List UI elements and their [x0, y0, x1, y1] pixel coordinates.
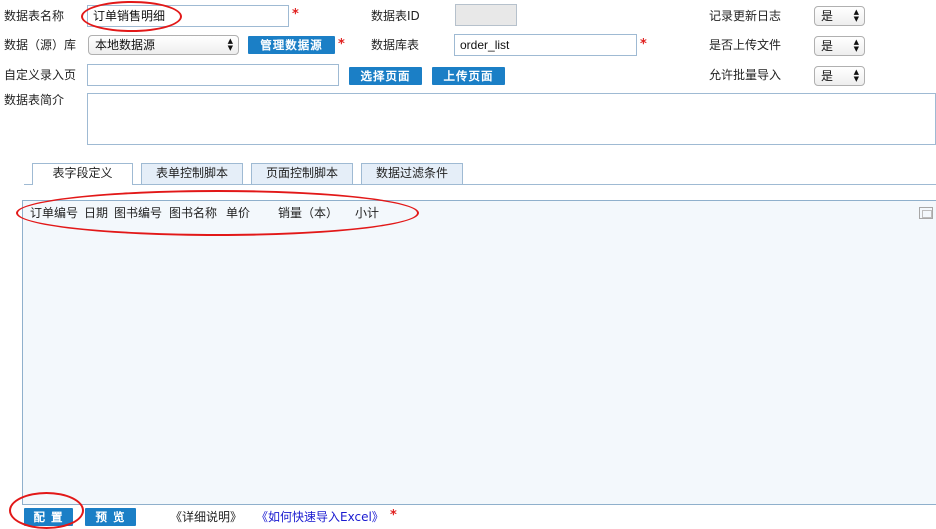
- tab-strip-line: [24, 184, 936, 185]
- datasource-value: 本地数据源: [95, 38, 156, 52]
- batch-import-select[interactable]: 是 ▲ ▼: [814, 66, 865, 86]
- manage-datasource-button[interactable]: 管理数据源: [248, 36, 335, 54]
- table-name-required-mark: *: [292, 7, 299, 22]
- update-log-select[interactable]: 是 ▲ ▼: [814, 6, 865, 26]
- datasource-required-mark: *: [338, 37, 345, 52]
- upload-file-value: 是: [821, 39, 834, 53]
- select-page-button[interactable]: 选择页面: [349, 67, 422, 85]
- upload-page-button[interactable]: 上传页面: [432, 67, 505, 85]
- tab-field-definition[interactable]: 表字段定义: [32, 163, 133, 185]
- preview-button[interactable]: 预 览: [85, 508, 136, 526]
- table-name-label: 数据表名称: [4, 9, 65, 23]
- db-table-required-mark: *: [640, 37, 647, 52]
- import-excel-link[interactable]: 《如何快速导入Excel》: [256, 509, 384, 525]
- upload-file-select[interactable]: 是 ▲ ▼: [814, 36, 865, 56]
- field-definition-editor[interactable]: 订单编号 日期 图书编号 图书名称 单价 销量（本） 小计: [22, 200, 936, 505]
- datasource-select[interactable]: 本地数据源 ▲ ▼: [88, 35, 239, 55]
- field-name: 图书编号: [114, 206, 163, 220]
- tab-form-script[interactable]: 表单控制脚本: [141, 163, 243, 184]
- field-name: 小计: [355, 206, 380, 220]
- field-name: 日期: [84, 206, 109, 220]
- table-id-label: 数据表ID: [371, 9, 420, 23]
- select-arrows-icon: ▲ ▼: [853, 68, 859, 83]
- tab-filter-conditions[interactable]: 数据过滤条件: [361, 163, 463, 184]
- config-button[interactable]: 配 置: [24, 508, 73, 526]
- detail-link[interactable]: 《详细说明》: [170, 509, 242, 525]
- db-table-label: 数据库表: [371, 38, 420, 52]
- custom-page-label: 自定义录入页: [4, 68, 77, 82]
- tab-page-script[interactable]: 页面控制脚本: [251, 163, 353, 184]
- update-log-label: 记录更新日志: [709, 9, 782, 23]
- field-name: 单价: [226, 206, 251, 220]
- datasource-label: 数据（源）库: [4, 38, 77, 52]
- footer-required-mark: *: [390, 508, 397, 523]
- table-name-input[interactable]: 订单销售明细: [87, 5, 289, 27]
- maximize-icon[interactable]: [919, 207, 933, 219]
- batch-import-label: 允许批量导入: [709, 68, 782, 82]
- select-arrows-icon: ▲ ▼: [853, 38, 859, 53]
- custom-page-input[interactable]: [87, 64, 339, 86]
- db-table-input[interactable]: order_list: [454, 34, 637, 56]
- select-arrows-icon: ▲ ▼: [853, 8, 859, 23]
- batch-import-value: 是: [821, 69, 834, 83]
- description-textarea[interactable]: [87, 93, 936, 145]
- upload-file-label: 是否上传文件: [709, 38, 782, 52]
- select-arrows-icon: ▲ ▼: [227, 37, 233, 52]
- field-name: 销量（本）: [278, 206, 339, 220]
- table-id-input: [455, 4, 517, 26]
- field-name: 图书名称: [169, 206, 218, 220]
- description-label: 数据表简介: [4, 93, 65, 107]
- field-name: 订单编号: [30, 206, 79, 220]
- update-log-value: 是: [821, 9, 834, 23]
